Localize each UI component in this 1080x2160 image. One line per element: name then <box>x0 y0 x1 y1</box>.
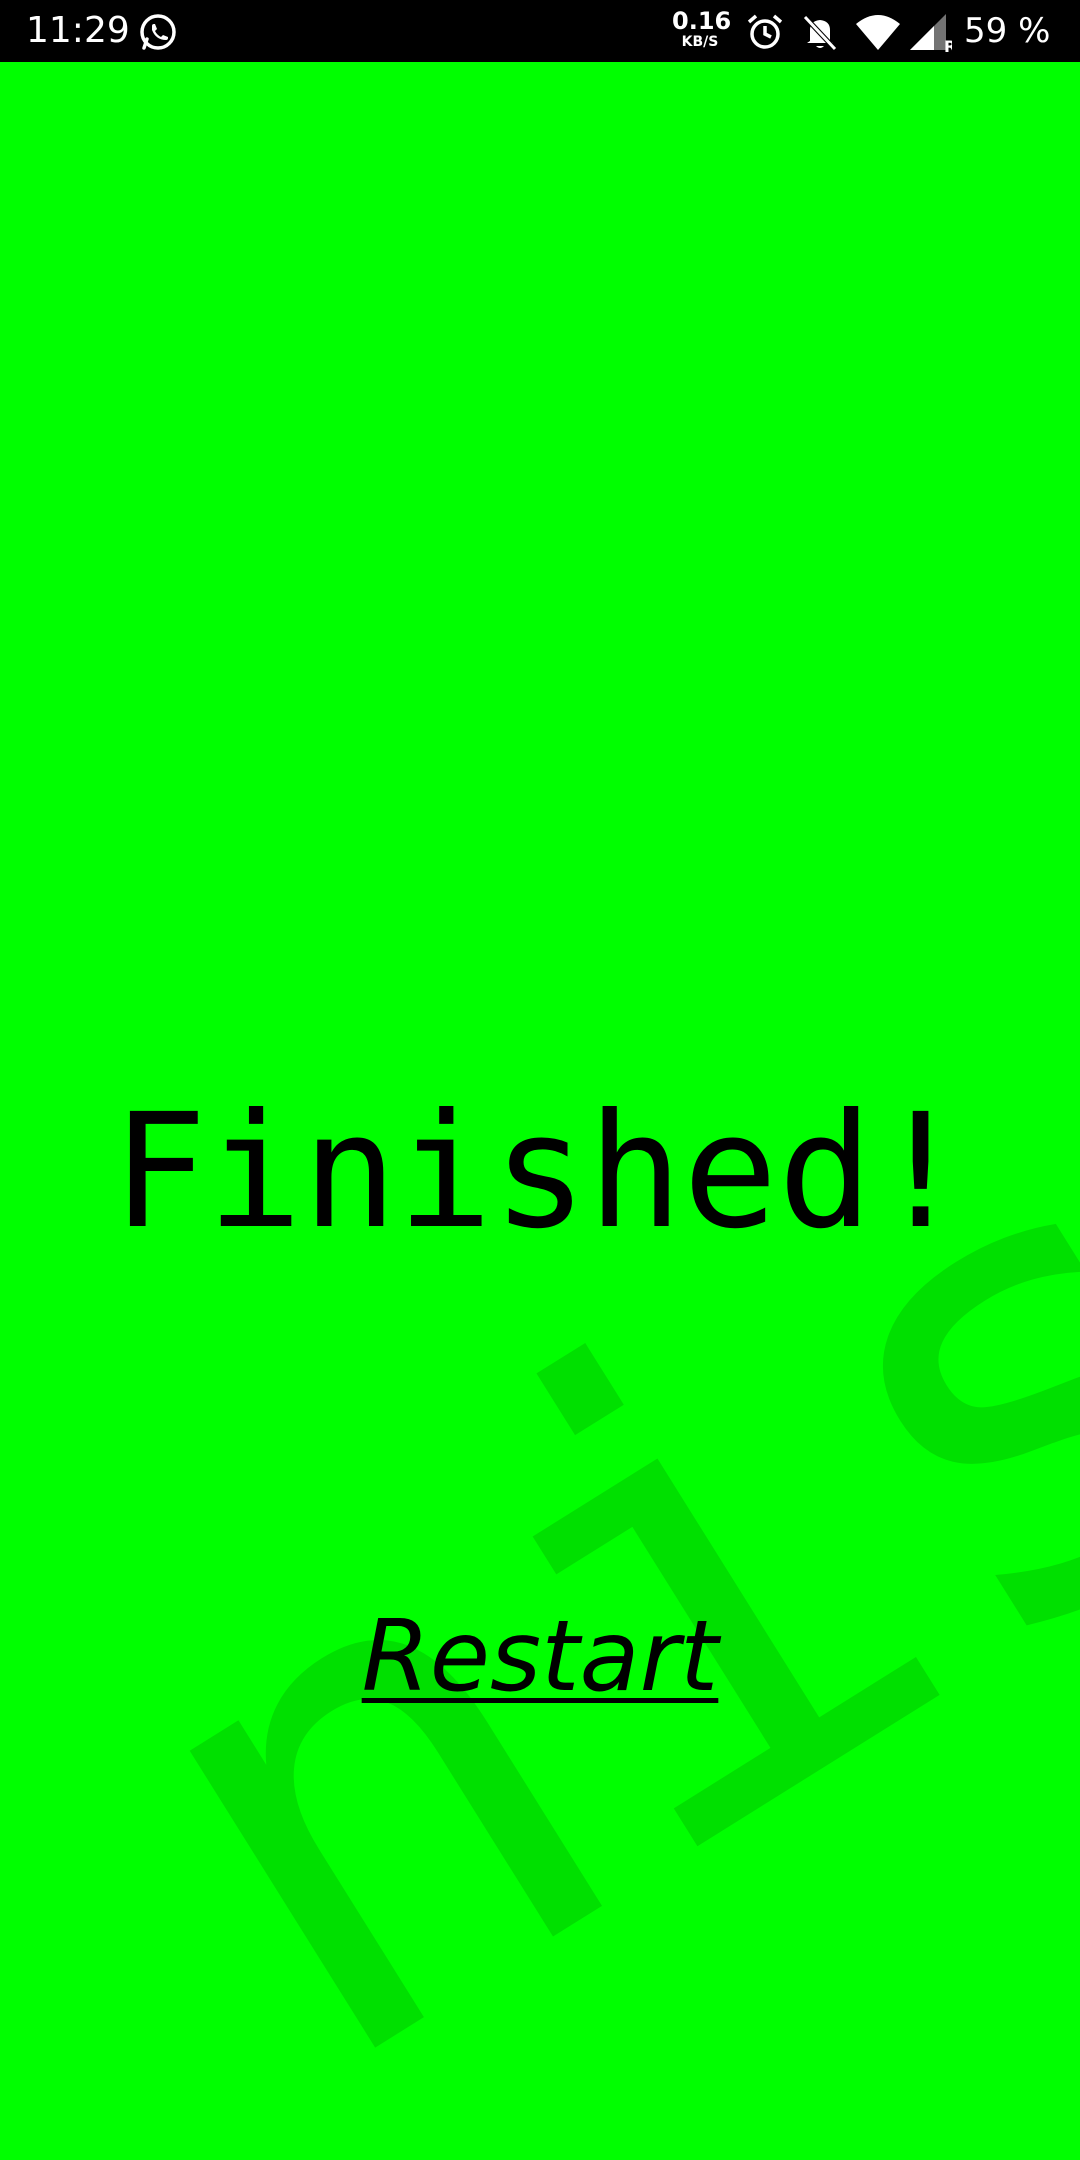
background-watermark: nishe <box>8 555 1080 2160</box>
wifi-icon <box>856 15 900 50</box>
bell-off-icon <box>803 15 837 51</box>
status-time: 11:29 <box>26 10 130 51</box>
network-type: R <box>944 37 952 52</box>
network-speed: 0.16 KB/S <box>672 7 732 50</box>
status-bar: 11:29 0.16 KB/S R 59 % <box>0 0 1080 62</box>
network-speed-value: 0.16 <box>672 7 732 35</box>
alarm-icon <box>747 14 783 49</box>
finished-title: Finished! <box>111 1080 969 1264</box>
network-speed-unit: KB/S <box>681 34 719 50</box>
whatsapp-icon <box>140 14 176 50</box>
battery-percent: 59 % <box>964 11 1051 51</box>
game-screen: nishe Finished! Restart <box>0 62 1080 2160</box>
restart-button[interactable]: Restart <box>0 1594 1080 1720</box>
signal-icon: R <box>910 14 952 52</box>
